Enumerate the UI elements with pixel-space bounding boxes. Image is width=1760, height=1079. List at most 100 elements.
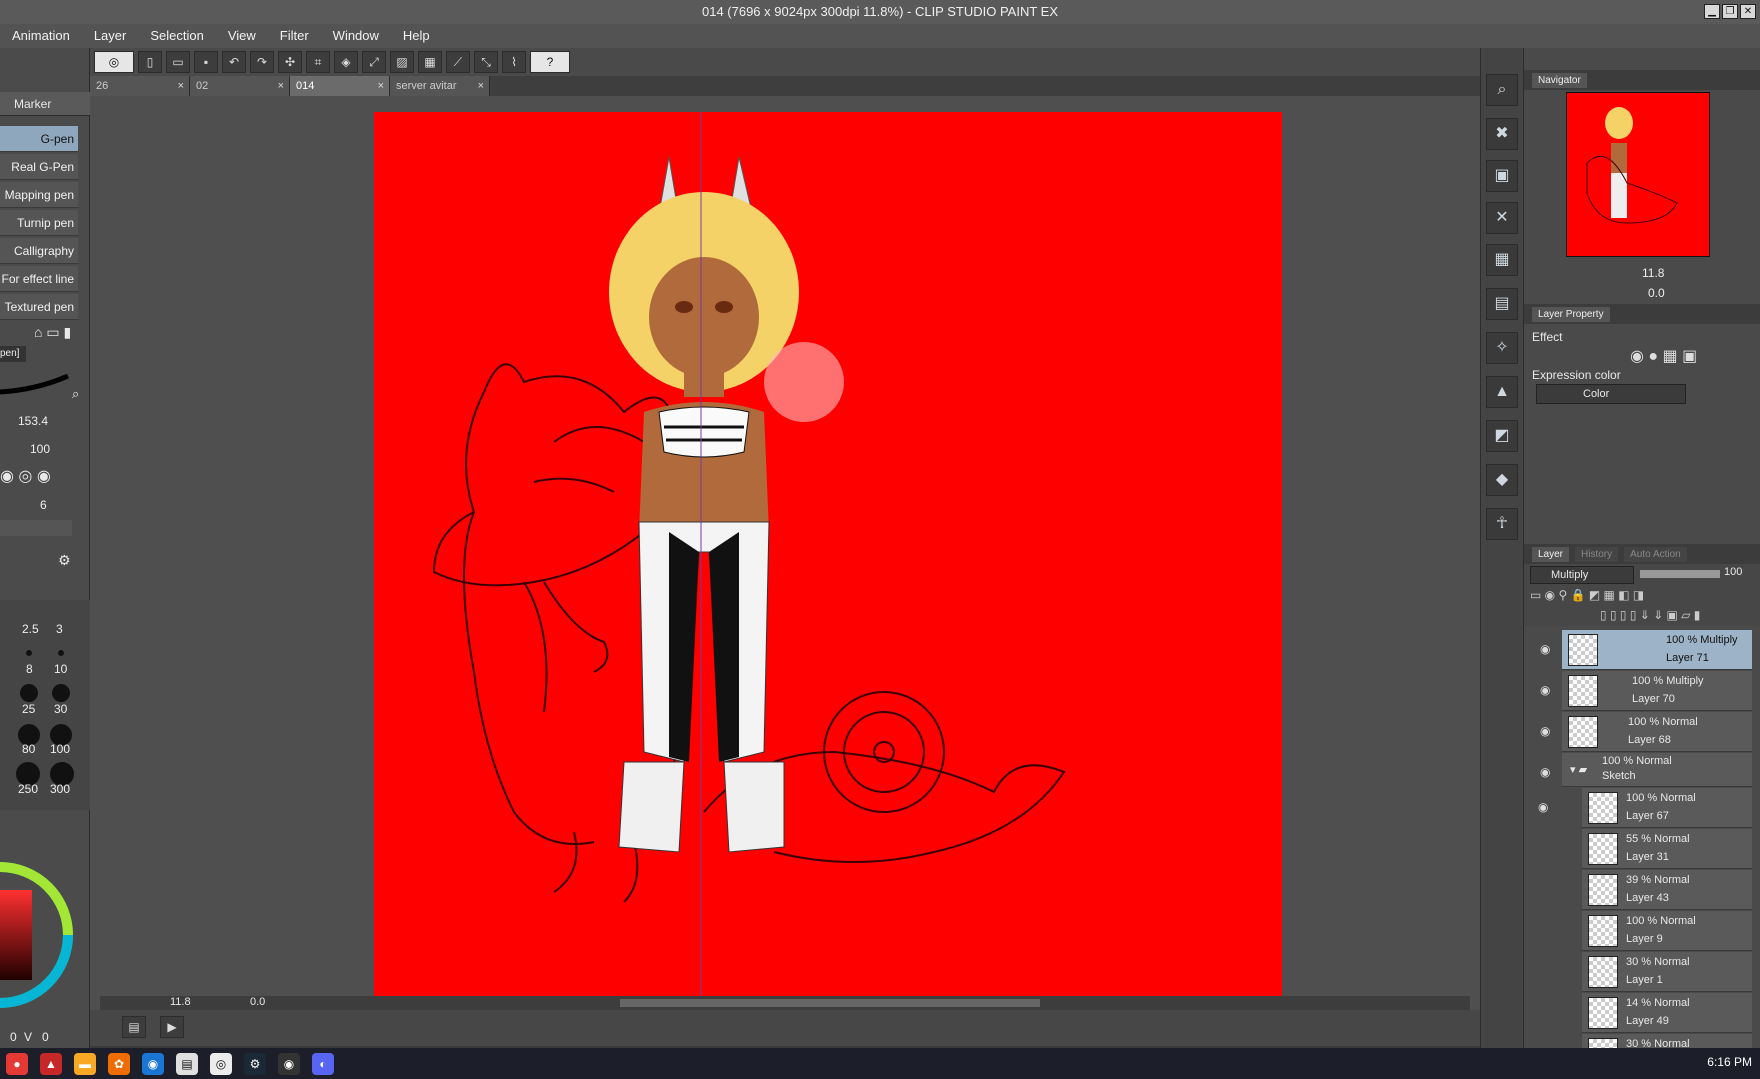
size-preset-30[interactable]: 30 <box>54 702 67 716</box>
paint-icon[interactable]: ✿ <box>108 1052 130 1075</box>
settings-icon[interactable]: ⚙ <box>58 552 71 569</box>
subtool-effect-line[interactable]: For effect line <box>0 266 78 292</box>
pdf-icon[interactable]: ▲ <box>40 1052 62 1075</box>
layer-action-icons[interactable]: ▯ ▯ ▯ ▯ ⇓ ⇓ ▣ ▱ ▮ <box>1600 608 1700 622</box>
size-preset-2-5[interactable]: 2.5 <box>22 622 39 636</box>
clip-studio-logo-icon[interactable]: ◎ <box>94 51 134 73</box>
layer-row[interactable]: 30 % Normal Layer 1 <box>1582 952 1752 992</box>
magnify-icon[interactable]: ⌕ <box>72 386 79 402</box>
invert-icon[interactable]: ▦ <box>418 51 442 73</box>
brush-size-value[interactable]: 153.4 <box>18 414 48 428</box>
navigator-preview[interactable] <box>1566 92 1710 257</box>
subtool-turnip-pen[interactable]: Turnip pen <box>0 210 78 236</box>
steam-icon[interactable]: ◎ <box>210 1052 232 1075</box>
size-preset-10[interactable]: 10 <box>54 662 67 676</box>
opacity-slider[interactable] <box>1640 570 1720 578</box>
material-icon[interactable]: ✖ <box>1486 118 1518 150</box>
redo-icon[interactable]: ↷ <box>250 51 274 73</box>
navigator-zoom-value[interactable]: 11.8 <box>1642 266 1664 280</box>
layer-folder-row[interactable]: ◉ ▾ ▰ 100 % Normal Sketch <box>1540 753 1752 787</box>
scale-icon[interactable]: ⤢ <box>362 51 386 73</box>
new-file-icon[interactable]: ▯ <box>138 51 162 73</box>
tab-auto-action[interactable]: Auto Action <box>1624 546 1687 562</box>
undo-icon[interactable]: ↶ <box>222 51 246 73</box>
tab-layer[interactable]: Layer <box>1532 546 1570 562</box>
eye-icon[interactable]: ◉ <box>1538 800 1548 814</box>
horizontal-scrollbar[interactable] <box>620 999 1040 1007</box>
layer-row[interactable]: 39 % Normal Layer 43 <box>1582 870 1752 910</box>
explorer-icon[interactable]: ▬ <box>74 1052 96 1075</box>
subtool-mapping-pen[interactable]: Mapping pen <box>0 182 78 208</box>
expression-color-select[interactable]: Color <box>1536 384 1686 404</box>
menu-filter[interactable]: Filter <box>268 24 321 48</box>
save-icon[interactable]: ▪ <box>194 51 218 73</box>
material-pattern-icon[interactable]: ✕ <box>1486 202 1518 234</box>
subtool-calligraphy[interactable]: Calligraphy <box>0 238 78 264</box>
tab-close-icon[interactable]: × <box>178 76 184 96</box>
drawing-canvas[interactable] <box>374 112 1282 996</box>
tab-server-avitar[interactable]: server avitar × <box>390 76 490 96</box>
menu-window[interactable]: Window <box>321 24 391 48</box>
close-button[interactable]: ✕ <box>1740 4 1756 19</box>
tab-layer-property[interactable]: Layer Property <box>1532 306 1610 322</box>
tab-close-icon[interactable]: × <box>478 76 484 96</box>
tab-close-icon[interactable]: × <box>278 76 284 96</box>
tab-014[interactable]: 014 × <box>290 76 390 96</box>
snap-grid-icon[interactable]: ⌇ <box>502 51 526 73</box>
camera-icon[interactable]: ▶ <box>160 1016 184 1038</box>
material-bg-icon[interactable]: ◩ <box>1486 420 1518 452</box>
size-preset-3[interactable]: 3 <box>56 622 63 636</box>
search-icon[interactable]: ⌕ <box>1486 74 1518 106</box>
size-preset-25[interactable]: 25 <box>22 702 35 716</box>
layer-row[interactable]: ◉ 100 % Multiply Layer 70 <box>1540 671 1752 711</box>
material-pose-icon[interactable]: ☥ <box>1486 508 1518 540</box>
navigator-rotation-value[interactable]: 0.0 <box>1648 286 1665 300</box>
material-manga-icon[interactable]: ✧ <box>1486 332 1518 364</box>
subtool-actions-icon[interactable]: ⌂ ▭ ▮ <box>34 324 71 341</box>
transform-icon[interactable]: ⌗ <box>306 51 330 73</box>
material-3d-icon[interactable]: ◆ <box>1486 464 1518 496</box>
size-preset-100[interactable]: 100 <box>50 742 70 756</box>
clear-icon[interactable]: ✣ <box>278 51 302 73</box>
steam-alt-icon[interactable]: ⚙ <box>244 1052 266 1075</box>
material-folder-icon[interactable]: ▣ <box>1486 160 1518 192</box>
brush-opacity-value[interactable]: 100 <box>30 442 50 456</box>
layer-row[interactable]: 14 % Normal Layer 49 <box>1582 993 1752 1033</box>
canvas-zoom-value[interactable]: 11.8 <box>170 996 191 1008</box>
layer-tool-icons[interactable]: ▭ ◉ ⚲ 🔒 ◩ ▦ ◧ ◨ <box>1530 588 1644 602</box>
material-image-icon[interactable]: ▲ <box>1486 376 1518 408</box>
material-tone-icon[interactable]: ▦ <box>1486 244 1518 276</box>
layer-row[interactable]: ◉ 100 % Normal Layer 67 <box>1538 788 1752 828</box>
tab-26[interactable]: 26 × <box>90 76 190 96</box>
layer-row[interactable]: ◉ 100 % Multiply Layer 71 <box>1540 630 1752 670</box>
tab-history[interactable]: History <box>1575 546 1619 562</box>
tab-navigator[interactable]: Navigator <box>1532 72 1587 88</box>
menu-view[interactable]: View <box>216 24 268 48</box>
folder-icon[interactable]: ▾ ▰ <box>1570 763 1587 776</box>
layer-row[interactable]: 55 % Normal Layer 31 <box>1582 829 1752 869</box>
menu-layer[interactable]: Layer <box>82 24 139 48</box>
menu-selection[interactable]: Selection <box>138 24 215 48</box>
tab-close-icon[interactable]: × <box>378 76 384 96</box>
subtool-gpen[interactable]: G-pen <box>0 126 78 152</box>
color-wheel[interactable] <box>0 835 78 1035</box>
open-file-icon[interactable]: ▭ <box>166 51 190 73</box>
subtool-real-gpen[interactable]: Real G-Pen <box>0 154 78 180</box>
layer-row[interactable]: 30 % Normal <box>1582 1034 1752 1048</box>
obs-icon[interactable]: ◉ <box>278 1052 300 1075</box>
snap-ruler-icon[interactable]: ⟋ <box>446 51 470 73</box>
subtool-detail-tab[interactable]: pen] <box>0 346 26 362</box>
blend-mode-select[interactable]: Multiply <box>1530 566 1634 584</box>
effect-icons[interactable]: ◉ ● ▦ ▣ <box>1630 346 1697 366</box>
canvas-rotation-value[interactable]: 0.0 <box>250 996 265 1008</box>
size-preset-300[interactable]: 300 <box>50 782 70 796</box>
layer-row[interactable]: 100 % Normal Layer 9 <box>1582 911 1752 951</box>
minimize-button[interactable]: ▁ <box>1704 4 1720 19</box>
size-preset-80[interactable]: 80 <box>22 742 35 756</box>
maximize-button[interactable]: ❐ <box>1722 4 1738 19</box>
stabilization-value[interactable]: 6 <box>40 498 47 512</box>
snap-special-icon[interactable]: ⤡ <box>474 51 498 73</box>
tab-02[interactable]: 02 × <box>190 76 290 96</box>
size-preset-250[interactable]: 250 <box>18 782 38 796</box>
edge-icon[interactable]: ◉ <box>142 1052 164 1075</box>
